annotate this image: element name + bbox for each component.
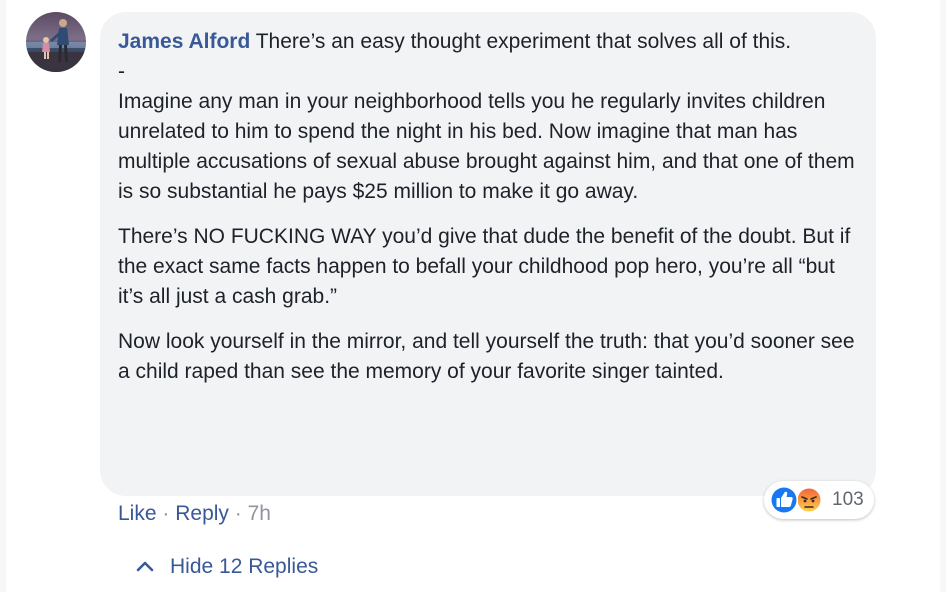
comment-body: James Alford There’s an easy thought exp… — [118, 27, 863, 387]
avatar[interactable] — [26, 12, 86, 72]
comment-paragraph: Now look yourself in the mirror, and tel… — [118, 330, 855, 383]
comment-actions: Like · Reply · 7h — [118, 500, 271, 528]
timestamp[interactable]: 7h — [248, 502, 271, 525]
reaction-count: 103 — [832, 489, 864, 510]
reply-link[interactable]: Reply — [175, 502, 229, 525]
comment-paragraph: - — [118, 60, 125, 83]
like-icon — [770, 486, 798, 514]
author-name-link[interactable]: James Alford — [118, 30, 250, 53]
like-link[interactable]: Like — [118, 502, 157, 525]
avatar-photo — [26, 12, 86, 72]
comment-line-1: James Alford There’s an easy thought exp… — [118, 27, 863, 57]
chevron-up-icon — [136, 561, 154, 572]
hide-replies-label: Hide 12 Replies — [170, 555, 319, 578]
reaction-icons — [770, 486, 822, 514]
angry-icon — [796, 487, 822, 513]
right-edge — [940, 0, 946, 592]
comment-paragraph: There’s NO FUCKING WAY you’d give that d… — [118, 225, 851, 308]
reactions-summary[interactable]: 103 — [764, 481, 874, 519]
separator: · — [234, 502, 242, 525]
left-edge — [0, 0, 6, 592]
comment-thread: James Alford There’s an easy thought exp… — [0, 0, 946, 592]
comment-paragraph: There’s an easy thought experiment that … — [255, 30, 792, 53]
separator: · — [162, 502, 170, 525]
comment-paragraph: Imagine any man in your neighborhood tel… — [118, 90, 855, 203]
